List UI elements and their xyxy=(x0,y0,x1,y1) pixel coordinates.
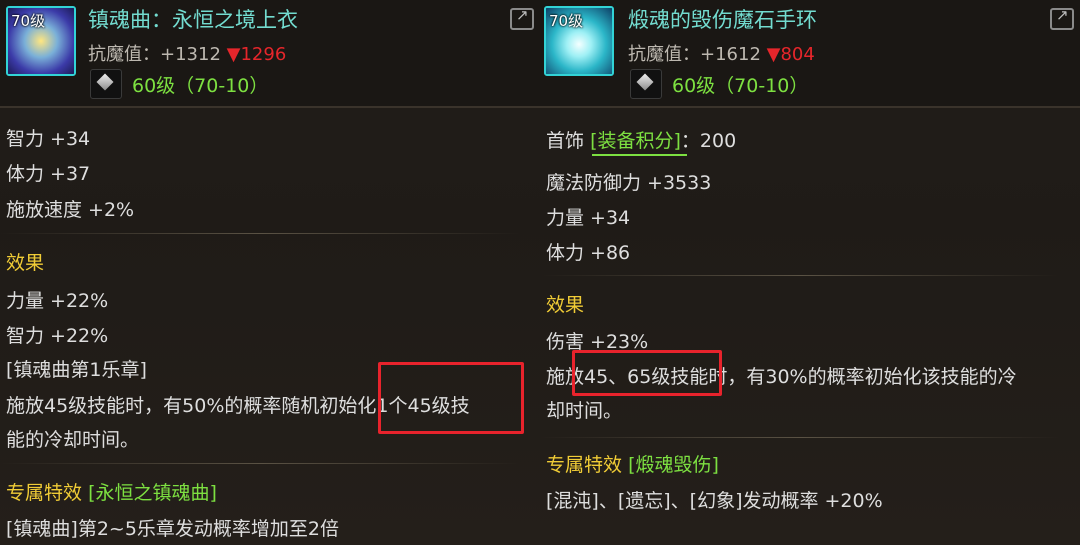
stat-value: +1612 xyxy=(700,44,761,65)
attr-mdef: 魔法防御力 +3533 xyxy=(546,172,712,194)
effect-title: 效果 xyxy=(546,294,585,316)
exclusive-effect-heading: 专属特效 [煅魂毁伤] xyxy=(546,450,719,477)
item-tooltip-right: 70级 煅魂的毁伤魔石手环 抗魔值：+1612 ▼804 60级（70-10） … xyxy=(540,0,1080,545)
share-icon[interactable] xyxy=(510,6,534,30)
item-name: 煅魂的毁伤魔石手环 xyxy=(628,8,817,32)
attr-vit: 体力 +37 xyxy=(6,163,91,185)
magic-resist-stat: 抗魔值：+1612 ▼804 xyxy=(628,40,815,66)
effect-line: 智力 +22% xyxy=(6,325,109,347)
effect-line: 却时间。 xyxy=(546,400,623,422)
item-icon-bracelet[interactable]: 70级 xyxy=(544,6,614,76)
exclusive-desc: [镇魂曲]第2~5乐章发动概率增加至2倍 xyxy=(6,518,340,540)
slot-label: 首饰 xyxy=(546,130,585,152)
attr-str: 力量 +34 xyxy=(546,207,631,229)
slot-score-line: 首饰 [装备积分]：200 xyxy=(546,126,736,153)
item-icon-armor[interactable]: 70级 xyxy=(6,6,76,76)
exclusive-label: 专属特效 xyxy=(6,482,83,504)
exclusive-name: [永恒之镇魂曲] xyxy=(88,482,217,504)
effect-title: 效果 xyxy=(6,252,45,274)
header-divider xyxy=(0,106,540,108)
item-name: 镇魂曲：永恒之境上衣 xyxy=(88,8,298,32)
attr-vit: 体力 +86 xyxy=(546,242,631,264)
exclusive-effect-heading: 专属特效 [永恒之镇魂曲] xyxy=(6,478,217,505)
stat-label: 抗魔值： xyxy=(628,44,700,65)
attr-int: 智力 +34 xyxy=(6,128,91,150)
item-level-label: 70级 xyxy=(549,12,584,30)
gem-level: 60级（70-10） xyxy=(132,75,269,97)
effect-line: [镇魂曲第1乐章] xyxy=(6,359,147,381)
highlight-box xyxy=(378,362,524,434)
score-label: [装备积分] xyxy=(590,130,681,152)
section-divider xyxy=(540,437,1060,438)
exclusive-label: 专属特效 xyxy=(546,454,623,476)
effect-line: 力量 +22% xyxy=(6,290,109,312)
stat-label: 抗魔值： xyxy=(88,44,160,65)
stat-compare-down: ▼1296 xyxy=(226,44,287,65)
exclusive-name: [煅魂毁伤] xyxy=(628,454,719,476)
stat-value: +1312 xyxy=(160,44,221,65)
header-divider xyxy=(540,106,1080,108)
magic-resist-stat: 抗魔值：+1312 ▼1296 xyxy=(88,40,286,66)
effect-line: 能的冷却时间。 xyxy=(6,429,140,451)
share-icon[interactable] xyxy=(1050,6,1074,30)
highlight-box xyxy=(572,350,722,396)
item-level-label: 70级 xyxy=(11,12,46,30)
item-tooltip-left: 70级 镇魂曲：永恒之境上衣 抗魔值：+1312 ▼1296 60级（70-10… xyxy=(0,0,540,545)
score-underline xyxy=(592,154,687,156)
gem-icon xyxy=(630,69,662,99)
attr-cast-speed: 施放速度 +2% xyxy=(6,199,135,221)
section-divider xyxy=(540,275,1060,276)
score-value: ：200 xyxy=(680,130,737,152)
stat-compare-down: ▼804 xyxy=(766,44,815,65)
gem-level: 60级（70-10） xyxy=(672,75,809,97)
gem-icon xyxy=(90,69,122,99)
exclusive-desc: [混沌]、[遗忘]、[幻象]发动概率 +20% xyxy=(546,490,883,512)
section-divider xyxy=(0,463,520,464)
section-divider xyxy=(0,233,520,234)
